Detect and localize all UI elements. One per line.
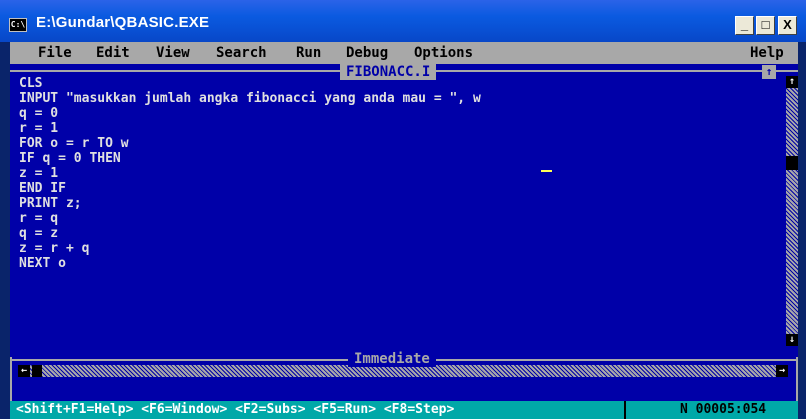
menu-bar: File Edit View Search Run Debug Options … bbox=[10, 42, 798, 64]
code-line: CLS bbox=[19, 76, 43, 91]
window-title: E:\Gundar\QBASIC.EXE bbox=[36, 14, 210, 31]
code-line: FOR o = r TO w bbox=[19, 136, 129, 151]
menu-search[interactable]: Search bbox=[216, 45, 267, 61]
code-line: END IF bbox=[19, 181, 66, 196]
status-shortcuts: <Shift+F1=Help> <F6=Window> <F2=Subs> <F… bbox=[16, 402, 455, 417]
menu-edit[interactable]: Edit bbox=[96, 45, 130, 61]
scroll-left-icon[interactable]: ← bbox=[18, 365, 30, 377]
code-line: INPUT "masukkan jumlah angka fibonacci y… bbox=[19, 91, 481, 106]
code-line: NEXT o bbox=[19, 256, 66, 271]
scroll-down-icon[interactable]: ↓ bbox=[786, 334, 798, 346]
menu-help[interactable]: Help bbox=[750, 45, 784, 61]
title-bar[interactable]: C:\ E:\Gundar\QBASIC.EXE _ □ X bbox=[0, 0, 806, 42]
menu-options[interactable]: Options bbox=[414, 45, 473, 61]
console-area: File Edit View Search Run Debug Options … bbox=[10, 42, 798, 419]
maximize-pane-icon[interactable]: ↑ bbox=[762, 65, 776, 79]
minimize-button[interactable]: _ bbox=[735, 16, 754, 35]
code-line: r = 1 bbox=[19, 121, 59, 136]
menu-file[interactable]: File bbox=[38, 45, 72, 61]
cursor-position: N 00005:054 bbox=[680, 402, 767, 417]
status-separator bbox=[624, 401, 626, 419]
horizontal-scroll-thumb[interactable] bbox=[32, 365, 42, 377]
close-button[interactable]: X bbox=[778, 16, 797, 35]
immediate-title: Immediate bbox=[348, 351, 436, 367]
console-icon[interactable]: C:\ bbox=[9, 18, 27, 32]
code-line: z = 1 bbox=[19, 166, 59, 181]
editor-pane[interactable]: FIBONACC.I ↑ CLS INPUT "masukkan jumlah … bbox=[10, 64, 798, 377]
text-cursor bbox=[541, 170, 552, 172]
code-line: r = q bbox=[19, 211, 59, 226]
maximize-button[interactable]: □ bbox=[756, 16, 775, 35]
code-line: PRINT z; bbox=[19, 196, 82, 211]
menu-run[interactable]: Run bbox=[296, 45, 321, 61]
vertical-scroll-thumb[interactable] bbox=[786, 156, 798, 170]
code-text[interactable]: CLS INPUT "masukkan jumlah angka fibonac… bbox=[19, 76, 481, 271]
code-line: z = r + q bbox=[19, 241, 90, 256]
scroll-up-icon[interactable]: ↑ bbox=[786, 76, 798, 88]
status-bar: <Shift+F1=Help> <F6=Window> <F2=Subs> <F… bbox=[10, 401, 798, 419]
code-line: q = 0 bbox=[19, 106, 59, 121]
qbasic-window: C:\ E:\Gundar\QBASIC.EXE _ □ X File Edit… bbox=[0, 0, 806, 419]
scroll-right-icon[interactable]: → bbox=[776, 365, 788, 377]
menu-debug[interactable]: Debug bbox=[346, 45, 388, 61]
code-line: q = z bbox=[19, 226, 59, 241]
menu-view[interactable]: View bbox=[156, 45, 190, 61]
vertical-scrollbar[interactable]: ↑ ↓ bbox=[786, 76, 798, 346]
code-line: IF q = 0 THEN bbox=[19, 151, 121, 166]
